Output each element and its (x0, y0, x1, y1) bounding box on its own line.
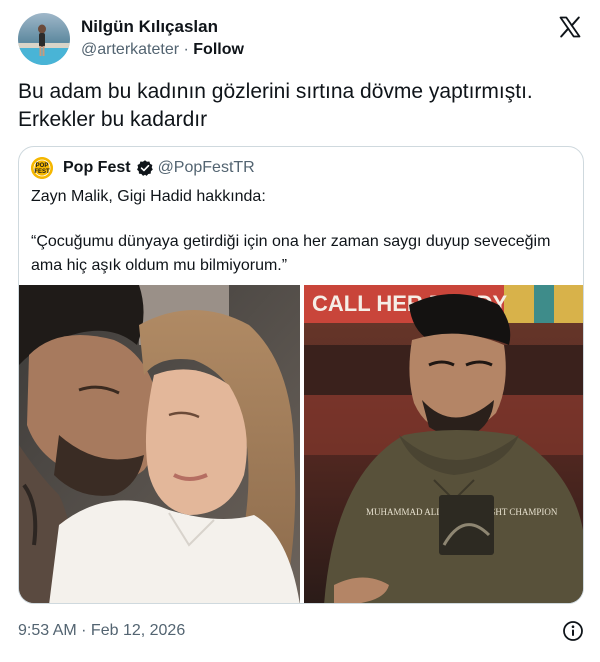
quote-author-name[interactable]: Pop Fest (63, 158, 131, 178)
couple-photo[interactable] (19, 285, 300, 603)
quote-media[interactable]: CALL HER DADDY MUHAMMAD ALI HEAVYWEIGHT … (19, 285, 583, 603)
tweet-footer: 9:53 AM · Feb 12, 2026 (18, 620, 584, 642)
info-icon[interactable] (562, 620, 584, 642)
handle-separator: · (179, 41, 194, 58)
tweet-header: Nilgün Kılıçaslan @arterkateter · Follow (18, 13, 584, 65)
x-logo-icon[interactable] (558, 15, 582, 39)
tweet-timestamp[interactable]: 9:53 AM · Feb 12, 2026 (18, 622, 185, 639)
pop-fest-logo-icon: POP FEST (31, 157, 53, 179)
tweet-text-line-2: Erkekler bu kadardır (18, 108, 208, 131)
tweet-text: Bu adam bu kadının gözlerini sırtına döv… (18, 78, 578, 134)
quoted-tweet[interactable]: POP FEST Pop Fest @PopFestTR Zayn Malik,… (18, 146, 584, 604)
author-avatar[interactable] (18, 13, 70, 65)
follow-button[interactable]: Follow (193, 41, 244, 58)
quote-text-line-1: Zayn Malik, Gigi Hadid hakkında: (31, 188, 266, 205)
verified-badge-icon (136, 160, 153, 176)
tweet-text-line-1: Bu adam bu kadının gözlerini sırtına döv… (18, 80, 533, 103)
author-name[interactable]: Nilgün Kılıçaslan (81, 17, 244, 37)
pop-fest-logo-text-bottom: FEST (34, 169, 50, 175)
quote-text-line-2: “Çocuğumu dünyaya getirdiği için ona her… (31, 233, 551, 274)
quote-author-handle[interactable]: @PopFestTR (158, 158, 255, 178)
author-handle[interactable]: @arterkateter (81, 41, 179, 58)
interview-photo[interactable]: CALL HER DADDY MUHAMMAD ALI HEAVYWEIGHT … (304, 285, 583, 603)
